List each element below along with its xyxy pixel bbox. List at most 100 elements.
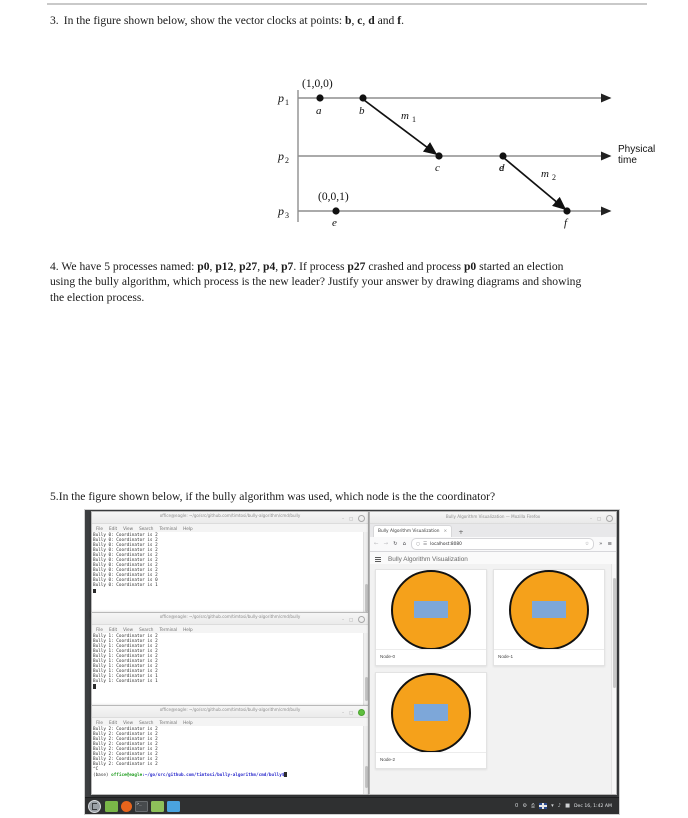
terminal-menu-file[interactable]: File — [96, 526, 103, 531]
forward-icon[interactable]: → — [384, 541, 389, 547]
overflow-icon[interactable]: » — [599, 541, 602, 547]
node-label: Node-0 — [376, 649, 486, 665]
maximize-icon[interactable]: □ — [349, 516, 353, 521]
terminal-menu-view[interactable]: View — [123, 627, 133, 632]
node-card[interactable]: Node-2 — [375, 672, 487, 769]
node-card[interactable]: Node-0 — [375, 569, 487, 666]
document-icon[interactable] — [167, 800, 180, 812]
update-icon[interactable]: ⚙ — [522, 803, 527, 810]
terminal-3-output[interactable]: Bully 2: Coordinator is 2 Bully 2: Coord… — [92, 726, 368, 794]
terminal-window-bully-1[interactable]: office@eagle: ~/go/src/github.com/timtos… — [91, 612, 369, 706]
question-5-text: In the figure shown below, if the bully … — [58, 490, 496, 503]
terminal-menu-help[interactable]: Help — [183, 720, 193, 725]
keyboard-flag-icon[interactable] — [539, 803, 548, 809]
firefox-icon[interactable] — [121, 800, 132, 812]
terminal-menu-edit[interactable]: Edit — [109, 526, 117, 531]
question-3-number: 3. — [50, 14, 59, 27]
minimize-icon[interactable]: – — [342, 516, 344, 521]
address-bar[interactable]: ○ ☰ localhost:8080 ☆ — [411, 538, 595, 550]
terminal-menu-search[interactable]: Search — [139, 526, 153, 531]
terminal-menu-terminal[interactable]: Terminal — [159, 526, 177, 531]
terminal-menu-file[interactable]: File — [96, 627, 103, 632]
minimize-icon[interactable]: – — [342, 617, 344, 622]
page-scrollbar[interactable] — [611, 564, 616, 794]
embedded-desktop-screenshot: office@eagle: ~/go/src/github.com/timtos… — [84, 509, 620, 815]
terminal-3-window-buttons[interactable]: – □ — [342, 708, 365, 716]
prompt-env: (base) — [93, 773, 112, 779]
vector-clock-diagram: p 1 p 2 p 3 a b c e d e f m 1 m 2 (1,0,0… — [277, 78, 655, 229]
bookmark-star-icon[interactable]: ☆ — [585, 542, 589, 547]
terminal-window-bully-0[interactable]: office@eagle: ~/go/src/github.com/timtos… — [91, 511, 369, 617]
svg-text:2: 2 — [552, 173, 556, 182]
svg-text:a: a — [316, 105, 322, 117]
terminal-menu-file[interactable]: File — [96, 720, 103, 725]
battery-icon[interactable]: ■ — [565, 803, 570, 810]
network-icon[interactable]: ▾ — [551, 803, 554, 810]
terminal-menu-search[interactable]: Search — [139, 720, 153, 725]
terminal-3-titlebar[interactable]: office@eagle: ~/go/src/github.com/timtos… — [92, 706, 368, 718]
system-tray[interactable]: 0 ⚙ ⎙ ▾ ♪ ■ Dec 16, 1:42 AM — [515, 803, 616, 810]
app-hamburger-icon[interactable] — [375, 556, 381, 562]
firefox-menu-icon[interactable]: ≡ — [607, 541, 612, 547]
q4-crashed-proc: p27 — [347, 260, 366, 273]
minimize-icon[interactable]: – — [590, 516, 592, 521]
terminal-window-bully-2[interactable]: office@eagle: ~/go/src/github.com/timtos… — [91, 705, 369, 795]
node-visual — [494, 569, 604, 650]
terminal-1-scrollbar[interactable] — [363, 532, 368, 616]
terminal-menu-terminal[interactable]: Terminal — [159, 720, 177, 725]
svg-text:1: 1 — [285, 98, 289, 107]
taskbar-clock[interactable]: Dec 16, 1:42 AM — [574, 804, 612, 809]
maximize-icon[interactable]: □ — [597, 516, 601, 521]
firefox-tabstrip[interactable]: Bully Algorithm Visualization × + — [370, 524, 616, 537]
url-text[interactable]: localhost:8080 — [430, 542, 462, 547]
volume-icon[interactable]: ♪ — [558, 803, 561, 810]
back-icon[interactable]: ← — [374, 541, 379, 547]
terminal-cursor — [93, 684, 96, 689]
reload-icon[interactable]: ↻ — [393, 541, 398, 547]
firefox-window[interactable]: Bully Algorithm Visualization — Mozilla … — [369, 511, 617, 795]
home-icon[interactable]: ⌂ — [403, 541, 406, 547]
tab-close-icon[interactable]: × — [444, 529, 448, 534]
close-icon[interactable] — [606, 514, 613, 522]
terminal-1-window-buttons[interactable]: – □ — [342, 514, 365, 522]
maximize-icon[interactable]: □ — [349, 710, 353, 715]
node-circle-icon — [391, 569, 471, 650]
printer-icon[interactable]: ⎙ — [531, 803, 535, 810]
terminal-menu-terminal[interactable]: Terminal — [159, 627, 177, 632]
terminal-menu-view[interactable]: View — [123, 526, 133, 531]
terminal-1-output[interactable]: Bully 0: Coordinator is 2 Bully 0: Coord… — [92, 532, 368, 616]
terminal-2-window-buttons[interactable]: – □ — [342, 615, 365, 623]
terminal-menu-view[interactable]: View — [123, 720, 133, 725]
terminal-prompt-line: (base) office@eagle:~/go/src/github.com/… — [93, 772, 368, 778]
terminal-icon[interactable] — [135, 800, 148, 812]
close-icon[interactable] — [358, 514, 365, 522]
minimize-icon[interactable]: – — [342, 710, 344, 715]
terminal-menu-edit[interactable]: Edit — [109, 720, 117, 725]
terminal-1-titlebar[interactable]: office@eagle: ~/go/src/github.com/timtos… — [92, 512, 368, 524]
tab-bully-algorithm-visualization[interactable]: Bully Algorithm Visualization × — [373, 525, 453, 537]
show-desktop-icon[interactable] — [105, 800, 118, 812]
mint-menu-icon[interactable] — [88, 799, 101, 813]
svg-text:p: p — [277, 149, 284, 163]
terminal-3-scrollbar[interactable] — [363, 726, 368, 794]
terminal-2-scrollbar[interactable] — [363, 633, 368, 705]
taskbar[interactable]: 0 ⚙ ⎙ ▾ ♪ ■ Dec 16, 1:42 AM — [85, 797, 619, 814]
q4-proc-p7: p7 — [281, 260, 294, 273]
q4-line1-b: . If process — [293, 260, 348, 273]
terminal-menu-help[interactable]: Help — [183, 627, 193, 632]
close-icon[interactable] — [358, 708, 365, 716]
terminal-2-titlebar[interactable]: office@eagle: ~/go/src/github.com/timtos… — [92, 613, 368, 625]
close-icon[interactable] — [358, 615, 365, 623]
node-card[interactable]: Node-1 — [493, 569, 605, 666]
maximize-icon[interactable]: □ — [349, 617, 353, 622]
terminal-menu-search[interactable]: Search — [139, 627, 153, 632]
firefox-navbar[interactable]: ← → ↻ ⌂ ○ ☰ localhost:8080 ☆ » ≡ — [370, 537, 616, 552]
terminal-menu-help[interactable]: Help — [183, 526, 193, 531]
page-info-icon: ☰ — [423, 541, 428, 547]
new-tab-icon[interactable]: + — [458, 529, 463, 536]
terminal-2-output[interactable]: Bully 1: Coordinator is 2 Bully 1: Coord… — [92, 633, 368, 705]
terminal-menu-edit[interactable]: Edit — [109, 627, 117, 632]
firefox-window-buttons[interactable]: – □ — [590, 514, 613, 522]
folder-icon[interactable] — [151, 800, 164, 812]
firefox-titlebar[interactable]: Bully Algorithm Visualization — Mozilla … — [370, 512, 616, 524]
